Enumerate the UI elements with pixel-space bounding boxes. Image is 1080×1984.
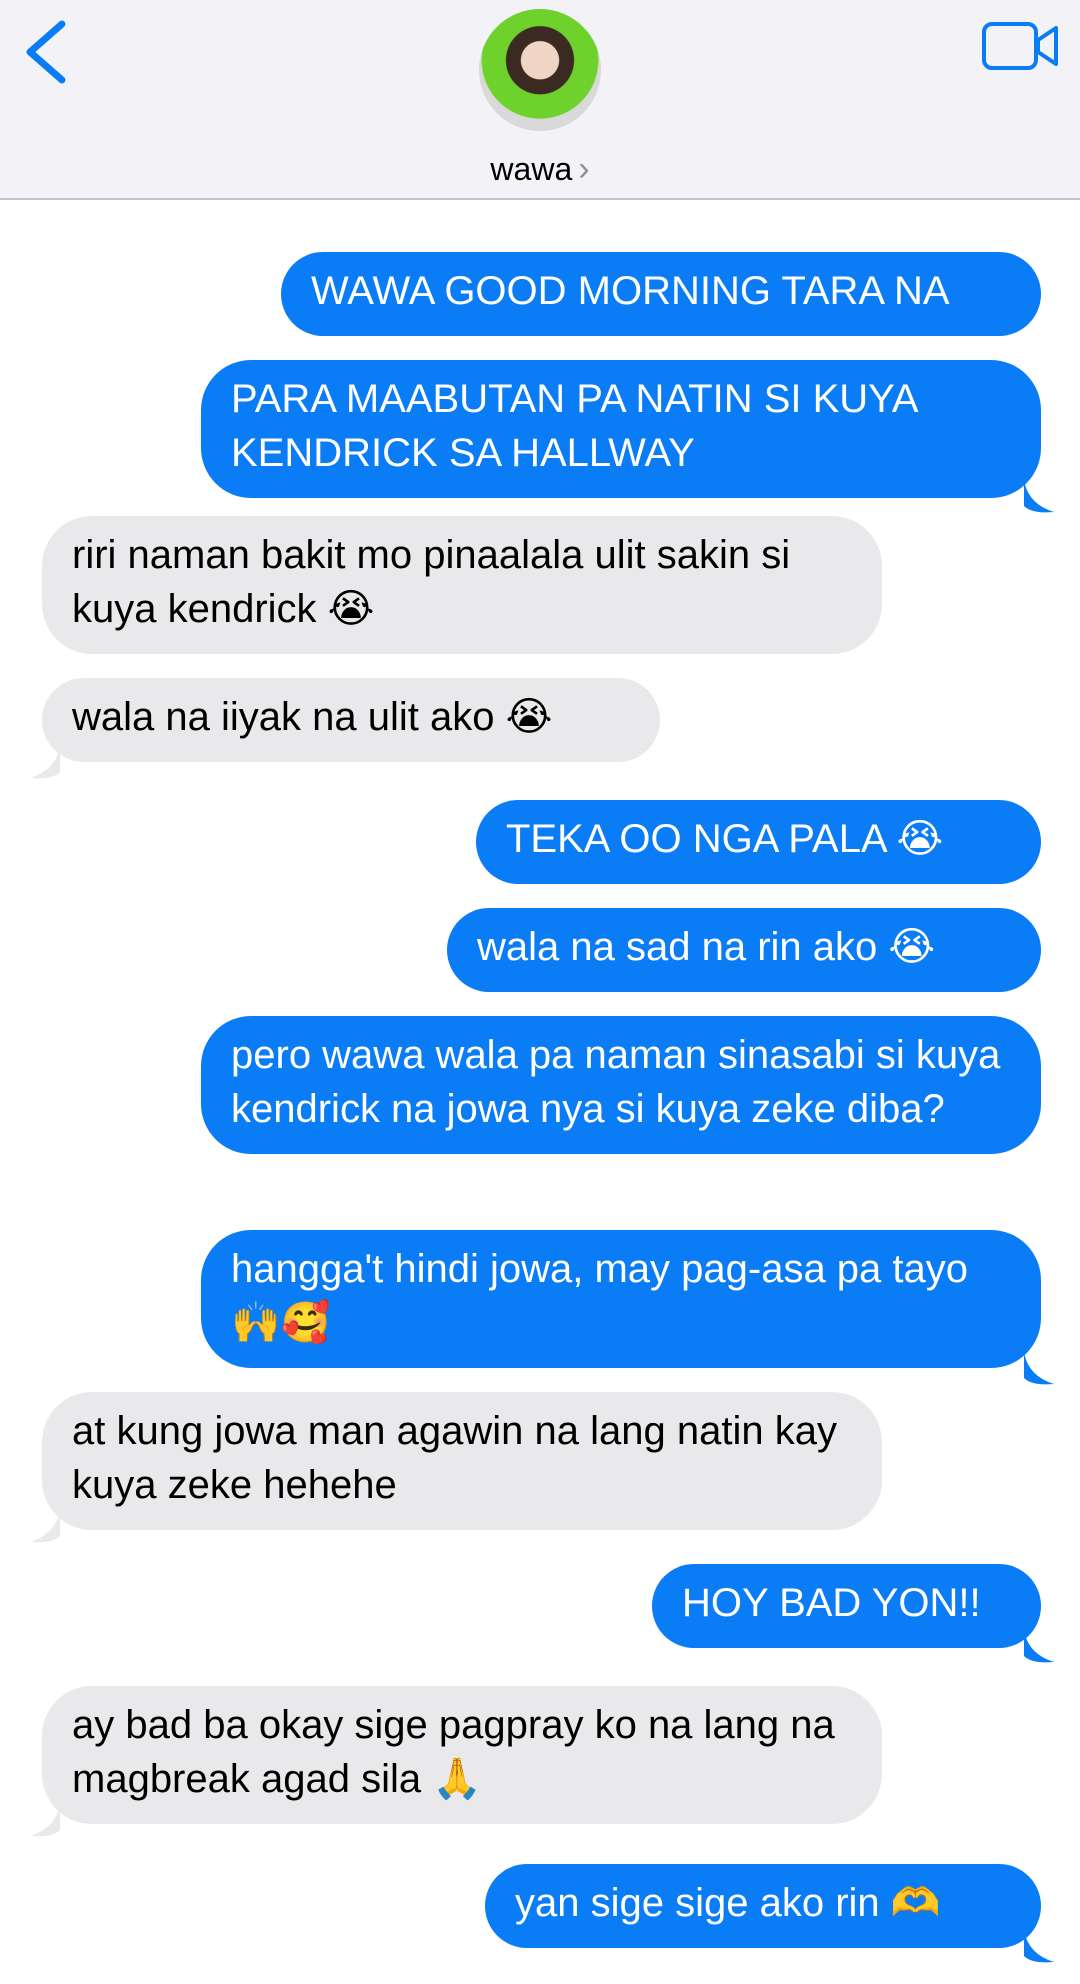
contact-name-button[interactable]: wawa › <box>0 150 1080 189</box>
chevron-right-icon: › <box>578 150 590 188</box>
sent-bubble-tail <box>1024 1630 1054 1663</box>
message-bubble-sent[interactable]: yan sige sige ako rin 🫶 <box>485 1864 1041 1948</box>
message-bubble-sent[interactable]: PARA MAABUTAN PA NATIN SI KUYA KENDRICK … <box>201 360 1041 498</box>
conversation-header: wawa › <box>0 0 1080 200</box>
message-bubble-sent[interactable]: wala na sad na rin ako 😭 <box>447 908 1041 992</box>
sent-bubble-tail <box>1024 1930 1054 1963</box>
message-bubble-received[interactable]: at kung jowa man agawin na lang natin ka… <box>42 1392 882 1530</box>
contact-name: wawa <box>490 151 573 187</box>
sent-bubble-tail <box>1024 1352 1054 1385</box>
video-call-icon[interactable] <box>980 18 1060 74</box>
message-bubble-sent[interactable]: pero wawa wala pa naman sinasabi si kuya… <box>201 1016 1041 1154</box>
contact-avatar[interactable] <box>479 9 601 131</box>
message-bubble-received[interactable]: riri naman bakit mo pinaalala ulit sakin… <box>42 516 882 654</box>
received-bubble-tail <box>30 1804 60 1837</box>
sent-bubble-tail <box>1024 480 1054 513</box>
message-bubble-received[interactable]: ay bad ba okay sige pagpray ko na lang n… <box>42 1686 882 1824</box>
back-chevron-icon[interactable] <box>18 18 78 88</box>
message-bubble-received[interactable]: wala na iiyak na ulit ako 😭 <box>42 678 660 762</box>
message-bubble-sent[interactable]: WAWA GOOD MORNING TARA NA <box>281 252 1041 336</box>
message-bubble-sent[interactable]: HOY BAD YON!! <box>652 1564 1041 1648</box>
message-bubble-sent[interactable]: TEKA OO NGA PALA 😭 <box>476 800 1041 884</box>
message-bubble-sent[interactable]: hangga't hindi jowa, may pag-asa pa tayo… <box>201 1230 1041 1368</box>
received-bubble-tail <box>30 1510 60 1543</box>
received-bubble-tail <box>30 746 60 779</box>
